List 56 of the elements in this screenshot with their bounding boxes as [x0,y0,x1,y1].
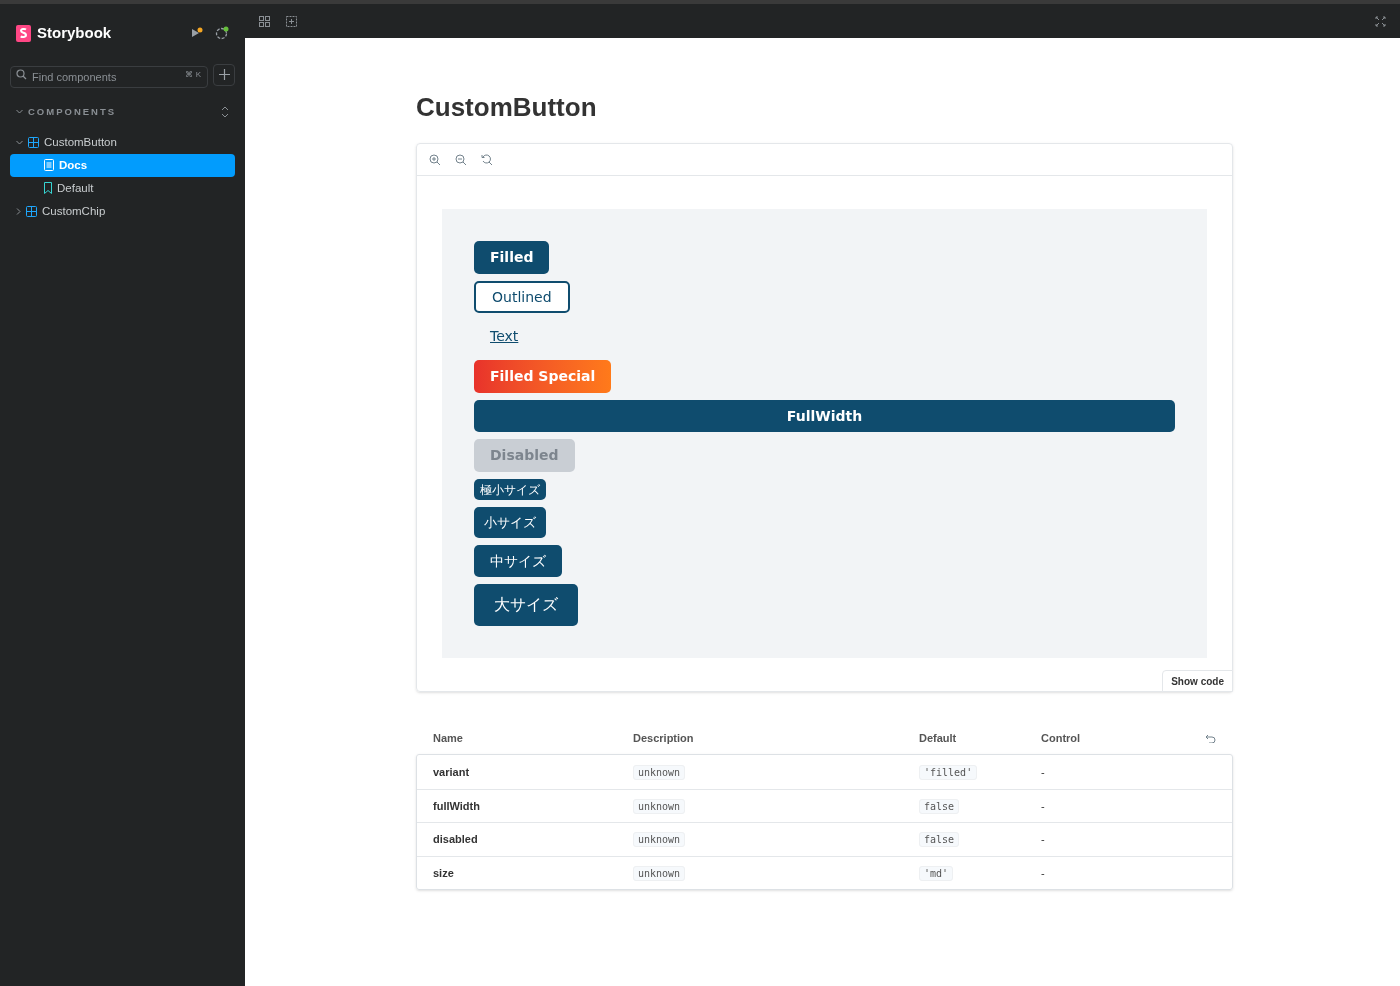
plus-icon [218,69,230,80]
control-value: - [1041,833,1045,845]
default-value: false [919,832,960,847]
tree-item[interactable]: CustomChip [10,199,235,223]
prop-name: disabled [433,833,478,845]
small-button[interactable]: 小サイズ [474,506,546,538]
fullscreen-icon[interactable] [1375,15,1386,27]
column-header: Name [433,731,463,744]
component-icon [28,136,39,148]
search-icon [16,69,27,80]
page-title: CustomButton [416,91,598,124]
section-heading[interactable]: COMPONENTS [28,104,117,119]
shortcut-hint: ⌘ K [185,68,201,81]
column-header: Default [919,731,957,744]
type-value: unknown [633,798,686,814]
column-header: Control [1041,731,1081,744]
add-button[interactable] [213,63,235,86]
brand-title: Storybook [37,23,112,43]
gradient-button[interactable]: Filled Special [474,360,612,393]
type-value: unknown [633,764,686,780]
theme-icon[interactable] [215,26,229,41]
medium-button[interactable]: 中サイズ [474,544,562,578]
chevron-down-icon[interactable] [16,109,23,115]
expand-collapse-icon[interactable] [221,105,229,118]
bookmark-icon [44,182,52,195]
default-value: 'filled' [919,764,978,780]
prop-name: size [433,866,454,879]
type-value: unknown [633,832,686,847]
control-value: - [1041,866,1045,879]
column-header: Description [633,731,694,744]
flag-icon[interactable] [190,26,203,40]
filled-button[interactable]: Filled [474,241,550,274]
zoom-out-icon[interactable] [455,153,467,166]
tree-item[interactable]: Default [10,176,235,200]
show-code-button[interactable]: Show code [1162,670,1233,692]
text-link[interactable]: Text [474,320,535,354]
zoom-in-icon[interactable] [429,153,441,166]
large-button[interactable]: 大サイズ [474,584,578,626]
control-value: - [1041,799,1045,812]
full-width-button[interactable]: FullWidth [474,399,1175,433]
default-value: false [919,798,960,814]
prop-name: fullWidth [433,799,480,812]
outline-icon[interactable] [286,15,297,27]
outlined-button[interactable]: Outlined [474,280,570,314]
reset-icon[interactable] [1205,733,1216,743]
small-button[interactable]: 極小サイズ [474,479,546,500]
storybook-logo-icon [16,24,31,42]
grid-icon[interactable] [259,15,270,27]
reset-zoom-icon[interactable] [481,153,493,166]
component-icon [26,205,37,217]
prop-name: variant [433,765,470,778]
document-icon [44,159,54,172]
type-value: unknown [633,865,686,881]
tree-item[interactable]: CustomButton [10,130,235,154]
control-value: - [1041,765,1045,778]
default-value: 'md' [919,865,954,881]
